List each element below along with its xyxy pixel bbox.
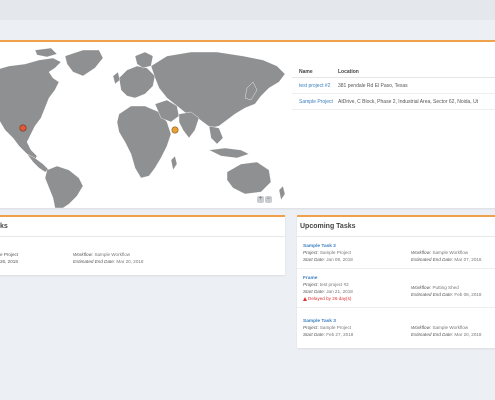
project-value: : Sample Project	[317, 250, 352, 255]
card-divider	[297, 236, 495, 237]
greenland-shape	[64, 49, 104, 77]
new-zealand-shape	[278, 185, 286, 201]
madagascar-shape	[170, 155, 178, 171]
current-tasks-card: ks e Project 26, 2018 Workflow: Sample W…	[0, 215, 285, 275]
project-label: Project	[303, 325, 318, 330]
location-column-header: Location	[338, 68, 359, 75]
workflow-label: Workflow	[411, 325, 430, 330]
task-date-partial: 26, 2018	[0, 259, 18, 264]
start-date-value: : Jan 21, 2018	[323, 289, 353, 294]
start-date-value: : Feb 27, 2018	[323, 332, 354, 337]
workflow-label: Workflow	[411, 285, 430, 290]
table-row: Sample Project AtDrive, C Block, Phase 2…	[292, 94, 495, 110]
continents	[0, 47, 286, 208]
map-zoom-out-button[interactable]: −	[265, 196, 272, 203]
name-column-header: Name	[299, 68, 313, 75]
upcoming-tasks-card: Upcoming Tasks Sample Task 2 Project: Sa…	[297, 215, 495, 348]
card-divider	[0, 236, 285, 237]
delay-notice: Delayed by 26 day(s)	[308, 296, 352, 301]
southeast-asia-shape	[208, 125, 224, 145]
workflow-label: Workflow	[73, 252, 92, 257]
list-divider	[297, 307, 495, 308]
warning-icon	[303, 296, 307, 301]
upcoming-tasks-title: Upcoming Tasks	[300, 223, 356, 230]
project-link[interactable]: test project #2	[299, 83, 330, 89]
workflow-label: Workflow	[411, 250, 430, 255]
start-date-label: Start Date	[303, 289, 324, 294]
central-america-shape	[26, 153, 50, 173]
start-date-label: Start Date	[303, 332, 324, 337]
scandinavia-shape	[134, 51, 154, 69]
end-date-label: Estimated End Date	[411, 332, 452, 337]
end-date-value: : Mar 20, 2018	[451, 332, 482, 337]
task-end-date: Estimated End Date: Mar 20, 2018	[73, 258, 143, 265]
end-date-value: : Mar 07, 2018	[451, 257, 482, 262]
top-header-bar	[0, 0, 495, 20]
indonesia-shape	[208, 147, 250, 159]
end-date-value: : Feb 08, 2018	[451, 292, 482, 297]
start-date-value: : Jan 08, 2018	[323, 257, 353, 262]
workflow-value: : Sample Workflow	[429, 325, 469, 330]
card-title: ks	[0, 223, 8, 230]
location-marker[interactable]	[19, 124, 27, 132]
north-america-shape	[0, 57, 62, 161]
europe-shape	[118, 65, 156, 99]
project-value: : test project #2	[317, 282, 349, 287]
location-marker[interactable]	[171, 126, 179, 134]
south-america-shape	[44, 165, 84, 208]
table-row: test project #2 381 pendale Rd El Paso, …	[292, 78, 495, 94]
project-link[interactable]: Sample Project	[299, 99, 333, 105]
workflow-value: : Sample Workflow	[91, 252, 131, 257]
start-date-label: Start Date	[303, 257, 324, 262]
project-label: Project	[303, 250, 318, 255]
workflow-value: : Putting Shed	[429, 285, 459, 290]
locations-table: Name Location test project #2 381 pendal…	[292, 66, 495, 110]
end-date-label: Estimated End Date	[411, 257, 452, 262]
india-shape	[178, 111, 200, 139]
workflow-value: : Sample Workflow	[429, 250, 469, 255]
world-map-svg	[0, 47, 286, 208]
project-address: 381 pendale Rd El Paso, Texas	[338, 82, 408, 89]
end-date-value: : Mar 20, 2018	[113, 259, 144, 264]
end-date-label: Estimated End Date	[411, 292, 452, 297]
uk-shape	[112, 71, 121, 85]
australia-shape	[226, 161, 272, 195]
arctic-islands-shape	[34, 47, 58, 58]
project-value: : Sample Project	[317, 325, 352, 330]
locations-table-header: Name Location	[292, 66, 495, 78]
map-zoom-in-button[interactable]: +	[257, 196, 264, 203]
project-label: Project	[303, 282, 318, 287]
project-address: AtDrive, C Block, Phase 2, Industrial Ar…	[338, 98, 479, 105]
list-divider	[297, 268, 495, 269]
world-map[interactable]: + −	[0, 42, 287, 208]
end-date-label: Estimated End Date	[73, 259, 114, 264]
project-map-card: + − Name Location test project #2 381 pe…	[0, 40, 495, 208]
